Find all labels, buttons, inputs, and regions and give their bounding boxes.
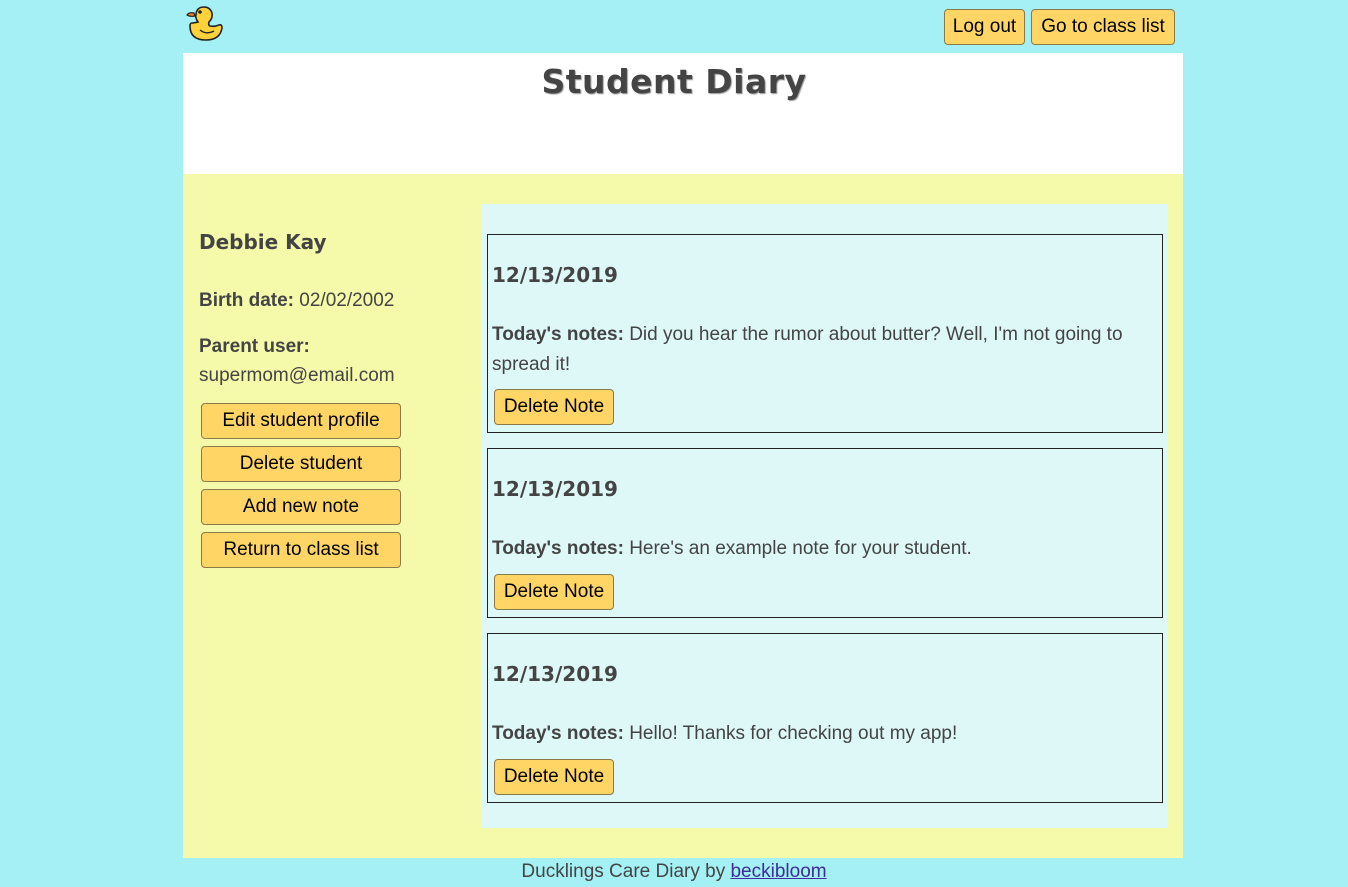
birth-date: Birth date: 02/02/2002 <box>199 290 394 312</box>
birth-date-value: 02/02/2002 <box>299 290 395 311</box>
note-date: 12/13/2019 <box>492 477 618 501</box>
go-to-class-list-button[interactable]: Go to class list <box>1031 9 1175 45</box>
note-label: Today's notes: <box>492 324 624 345</box>
note-text: Today's notes: Did you hear the rumor ab… <box>492 320 1152 380</box>
note-card: 12/13/2019 Today's notes: Hello! Thanks … <box>487 633 1163 803</box>
add-new-note-button[interactable]: Add new note <box>201 489 401 525</box>
rubber-duck-icon <box>186 4 226 44</box>
logout-button[interactable]: Log out <box>944 9 1025 45</box>
note-body: Hello! Thanks for checking out my app! <box>629 723 958 744</box>
note-date: 12/13/2019 <box>492 263 618 287</box>
birth-date-label: Birth date: <box>199 290 294 311</box>
author-link[interactable]: beckibloom <box>730 861 826 882</box>
parent-user-value: supermom@email.com <box>199 365 395 386</box>
note-label: Today's notes: <box>492 723 624 744</box>
edit-student-profile-button[interactable]: Edit student profile <box>201 403 401 439</box>
parent-user-label: Parent user: <box>199 336 310 358</box>
return-to-class-list-button[interactable]: Return to class list <box>201 532 401 568</box>
delete-student-button[interactable]: Delete student <box>201 446 401 482</box>
note-label: Today's notes: <box>492 538 624 559</box>
page-title: Student Diary <box>541 62 807 101</box>
note-card: 12/13/2019 Today's notes: Did you hear t… <box>487 234 1163 433</box>
note-text: Today's notes: Here's an example note fo… <box>492 534 1152 564</box>
footer-text: Ducklings Care Diary by <box>521 861 726 882</box>
delete-note-button[interactable]: Delete Note <box>494 759 614 795</box>
parent-user-label-text: Parent user: <box>199 336 310 357</box>
note-card: 12/13/2019 Today's notes: Here's an exam… <box>487 448 1163 618</box>
delete-note-button[interactable]: Delete Note <box>494 389 614 425</box>
note-date: 12/13/2019 <box>492 662 618 686</box>
note-body: Here's an example note for your student. <box>629 538 972 559</box>
note-text: Today's notes: Hello! Thanks for checkin… <box>492 719 1152 749</box>
student-name: Debbie Kay <box>199 230 327 254</box>
footer: Ducklings Care Diary by beckibloom <box>0 861 1348 883</box>
delete-note-button[interactable]: Delete Note <box>494 574 614 610</box>
top-bar: Log out Go to class list <box>0 0 1348 53</box>
